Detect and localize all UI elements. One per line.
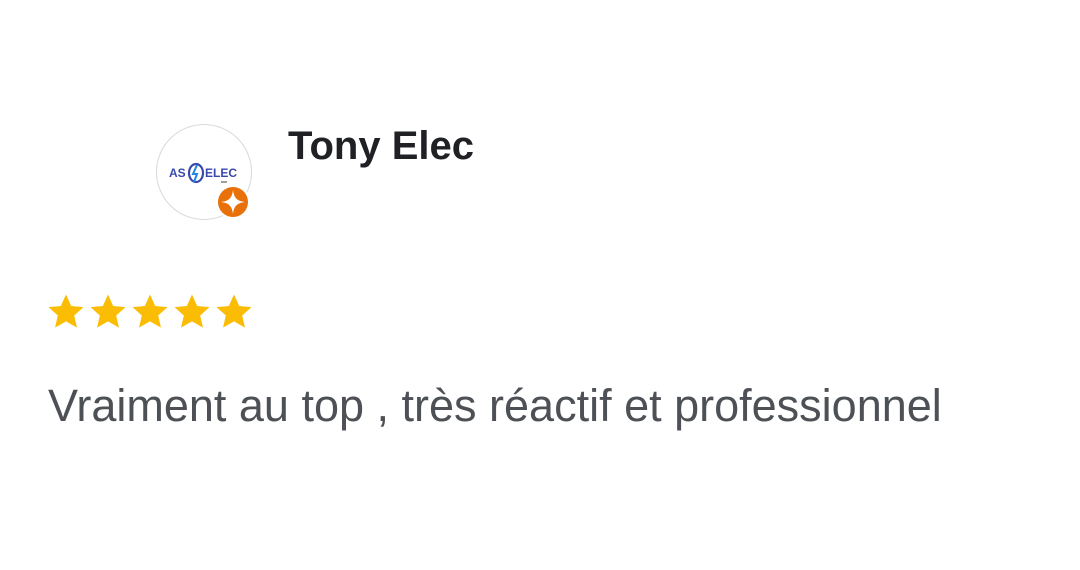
author-name[interactable]: Tony Elec <box>288 122 474 170</box>
star-icon <box>132 294 168 328</box>
review-card: AS ELEC Tony Elec Vraiment au top , très… <box>0 0 1080 570</box>
logo-text-right: ELEC <box>205 166 237 180</box>
star-icon <box>216 294 252 328</box>
review-text: Vraiment au top , très réactif et profes… <box>48 380 942 431</box>
star-icon <box>174 294 210 328</box>
star-rating <box>46 292 254 334</box>
local-guide-badge-icon <box>216 185 250 219</box>
logo-text-left: AS <box>169 166 186 180</box>
star-icon <box>48 294 84 328</box>
avatar[interactable]: AS ELEC <box>156 124 252 220</box>
star-icon <box>90 294 126 328</box>
